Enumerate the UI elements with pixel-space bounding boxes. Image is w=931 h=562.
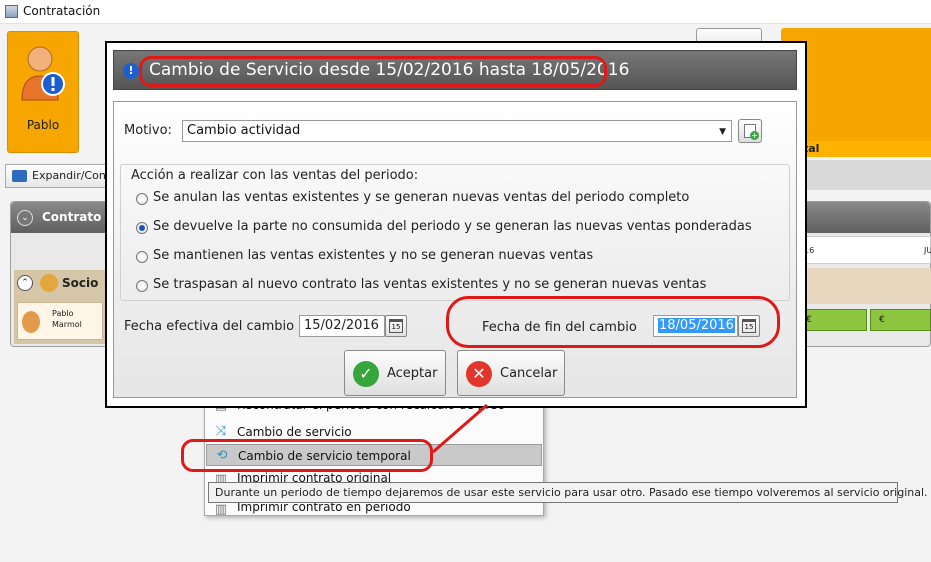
annotation-arrow-line (432, 403, 488, 454)
